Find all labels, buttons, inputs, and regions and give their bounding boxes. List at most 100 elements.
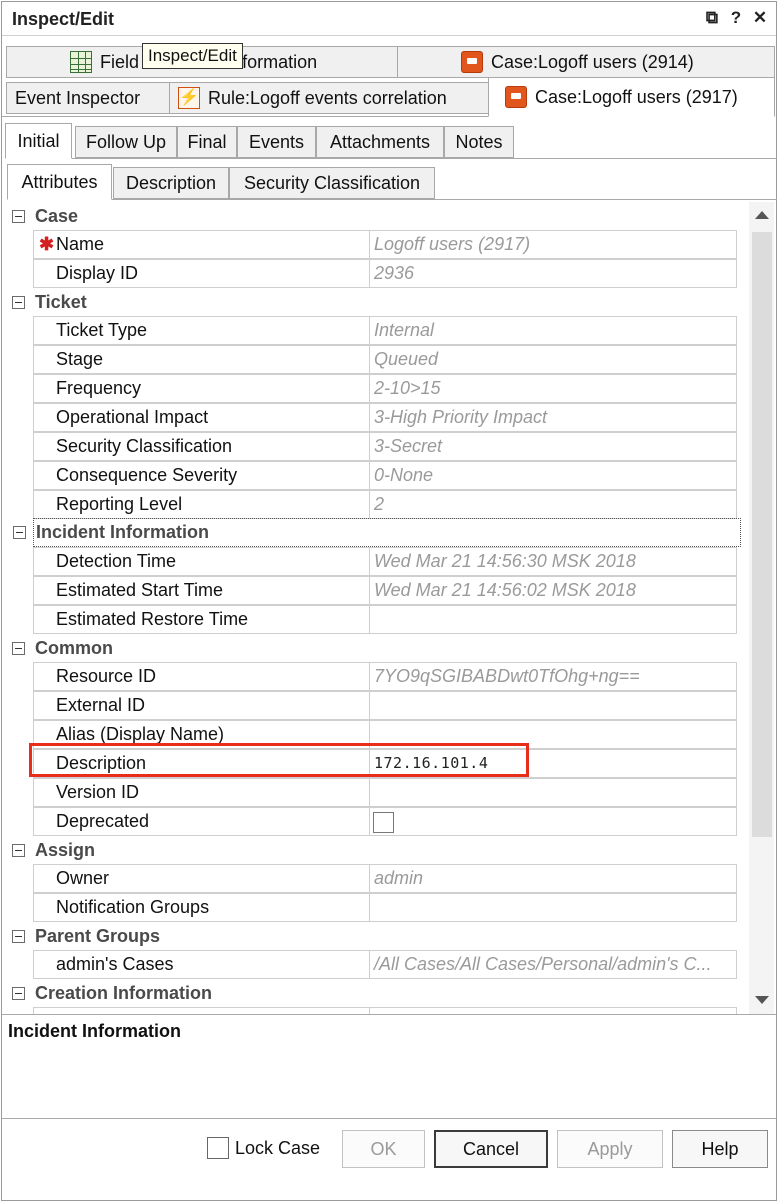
prop-row-ticket-type[interactable]: Ticket Type Internal — [7, 316, 742, 345]
lock-case-option[interactable]: Lock Case — [207, 1137, 320, 1159]
prop-name: Display ID — [33, 259, 370, 288]
title-bar-controls: ⧉ ? ✕ — [704, 8, 768, 28]
prop-value[interactable] — [369, 778, 737, 807]
tab-attachments[interactable]: Attachments — [316, 126, 444, 158]
prop-row-operational-impact[interactable]: Operational Impact 3-High Priority Impac… — [7, 403, 742, 432]
prop-value[interactable]: 2936 — [369, 259, 737, 288]
lock-case-checkbox[interactable] — [207, 1137, 229, 1159]
prop-value[interactable]: 2 — [369, 490, 737, 519]
tab-description[interactable]: Description — [113, 167, 229, 199]
prop-name: Resource ID — [33, 662, 370, 691]
subtab-divider — [72, 158, 777, 159]
prop-row-admins-cases[interactable]: admin's Cases /All Cases/All Cases/Perso… — [7, 950, 742, 979]
deprecated-checkbox[interactable] — [373, 812, 394, 833]
restore-icon[interactable]: ⧉ — [704, 8, 720, 28]
prop-value[interactable] — [369, 605, 737, 634]
prop-value[interactable]: admin — [369, 864, 737, 893]
prop-row-security-classification[interactable]: Security Classification 3-Secret — [7, 432, 742, 461]
prop-row-name[interactable]: ✱ Name Logoff users (2917) — [7, 230, 742, 259]
tab-divider — [2, 116, 488, 117]
collapse-icon[interactable] — [12, 210, 25, 223]
prop-row-deprecated[interactable]: Deprecated — [7, 807, 742, 836]
category-parent-groups[interactable]: Parent Groups — [7, 922, 742, 951]
prop-value[interactable]: Queued — [369, 345, 737, 374]
help-icon[interactable]: ? — [728, 8, 744, 28]
collapse-icon[interactable] — [13, 526, 26, 539]
tab-rule-logoff-correlation[interactable]: ⚡ Rule:Logoff events correlation — [169, 82, 489, 114]
category-case[interactable]: Case — [7, 202, 742, 231]
prop-name: Alias (Display Name) — [33, 720, 370, 749]
tab-attributes[interactable]: Attributes — [7, 164, 112, 200]
tab-initial[interactable]: Initial — [5, 123, 72, 159]
prop-row-display-id[interactable]: Display ID 2936 — [7, 259, 742, 288]
tab-label: Event Inspector — [15, 87, 141, 108]
prop-row-resource-id[interactable]: Resource ID 7YO9qSGIBABDwt0TfOhg+ng== — [7, 662, 742, 691]
cancel-button[interactable]: Cancel — [434, 1130, 548, 1168]
category-label: Common — [35, 638, 113, 658]
prop-value — [369, 807, 737, 836]
lock-case-label: Lock Case — [235, 1137, 321, 1158]
prop-name: Estimated Start Time — [33, 576, 370, 605]
prop-value — [369, 1007, 737, 1014]
collapse-icon[interactable] — [12, 642, 25, 655]
prop-row-version-id[interactable]: Version ID — [7, 778, 742, 807]
prop-value[interactable]: 7YO9qSGIBABDwt0TfOhg+ng== — [369, 662, 737, 691]
tab-notes[interactable]: Notes — [444, 126, 514, 158]
prop-value[interactable]: 2-10>15 — [369, 374, 737, 403]
collapse-icon[interactable] — [12, 987, 25, 1000]
prop-row-estimated-restore-time[interactable]: Estimated Restore Time — [7, 605, 742, 634]
tab-final[interactable]: Final — [177, 126, 237, 158]
tab-label: Case:Logoff users (2917) — [535, 86, 738, 107]
category-ticket[interactable]: Ticket — [7, 288, 742, 317]
prop-row-estimated-start-time[interactable]: Estimated Start Time Wed Mar 21 14:56:02… — [7, 576, 742, 605]
prop-value[interactable]: 3-High Priority Impact — [369, 403, 737, 432]
prop-row-frequency[interactable]: Frequency 2-10>15 — [7, 374, 742, 403]
tab-events[interactable]: Events — [237, 126, 316, 158]
prop-value[interactable]: /All Cases/All Cases/Personal/admin's C.… — [369, 950, 737, 979]
prop-value[interactable]: Internal — [369, 316, 737, 345]
prop-row-alias[interactable]: Alias (Display Name) — [7, 720, 742, 749]
collapse-icon[interactable] — [12, 844, 25, 857]
scroll-up-icon[interactable] — [755, 211, 769, 219]
prop-row-stage[interactable]: Stage Queued — [7, 345, 742, 374]
category-assign[interactable]: Assign — [7, 836, 742, 865]
apply-button[interactable]: Apply — [557, 1130, 663, 1168]
prop-value[interactable]: 0-None — [369, 461, 737, 490]
prop-row-description[interactable]: Description 172.16.101.4 — [7, 749, 742, 778]
tab-case-2917[interactable]: Case:Logoff users (2917) — [488, 77, 775, 117]
tab-event-inspector[interactable]: Event Inspector — [6, 82, 170, 114]
collapse-icon[interactable] — [12, 930, 25, 943]
vertical-scrollbar[interactable] — [749, 202, 774, 1014]
prop-value[interactable] — [369, 720, 737, 749]
tab-follow-up[interactable]: Follow Up — [75, 126, 177, 158]
tab-case-2914[interactable]: Case:Logoff users (2914) — [397, 46, 775, 78]
prop-value[interactable] — [369, 893, 737, 922]
tab-label: Follow Up — [85, 131, 167, 152]
prop-name: Reporting Level — [33, 490, 370, 519]
prop-value[interactable]: 172.16.101.4 — [369, 749, 737, 778]
ok-button[interactable]: OK — [342, 1130, 425, 1168]
tab-security-classification[interactable]: Security Classification — [229, 167, 435, 199]
prop-value[interactable]: Logoff users (2917) — [369, 230, 737, 259]
prop-row-detection-time[interactable]: Detection Time Wed Mar 21 14:56:30 MSK 2… — [7, 547, 742, 576]
prop-value[interactable]: 3-Secret — [369, 432, 737, 461]
help-button[interactable]: Help — [672, 1130, 768, 1168]
rule-icon: ⚡ — [178, 87, 200, 109]
prop-row-reporting-level[interactable]: Reporting Level 2 — [7, 490, 742, 519]
scroll-thumb[interactable] — [752, 232, 772, 837]
table-icon — [70, 51, 92, 73]
button-label: Apply — [587, 1138, 633, 1159]
prop-row-consequence-severity[interactable]: Consequence Severity 0-None — [7, 461, 742, 490]
prop-row-external-id[interactable]: External ID — [7, 691, 742, 720]
prop-value[interactable]: Wed Mar 21 14:56:30 MSK 2018 — [369, 547, 737, 576]
category-creation-information[interactable]: Creation Information — [7, 979, 742, 1008]
scroll-down-icon[interactable] — [755, 996, 769, 1004]
collapse-icon[interactable] — [12, 296, 25, 309]
prop-row-owner[interactable]: Owner admin — [7, 864, 742, 893]
prop-value[interactable] — [369, 691, 737, 720]
close-icon[interactable]: ✕ — [752, 8, 768, 28]
prop-row-notification-groups[interactable]: Notification Groups — [7, 893, 742, 922]
prop-value[interactable]: Wed Mar 21 14:56:02 MSK 2018 — [369, 576, 737, 605]
category-common[interactable]: Common — [7, 634, 742, 663]
category-incident-information[interactable]: Incident Information — [13, 518, 741, 547]
